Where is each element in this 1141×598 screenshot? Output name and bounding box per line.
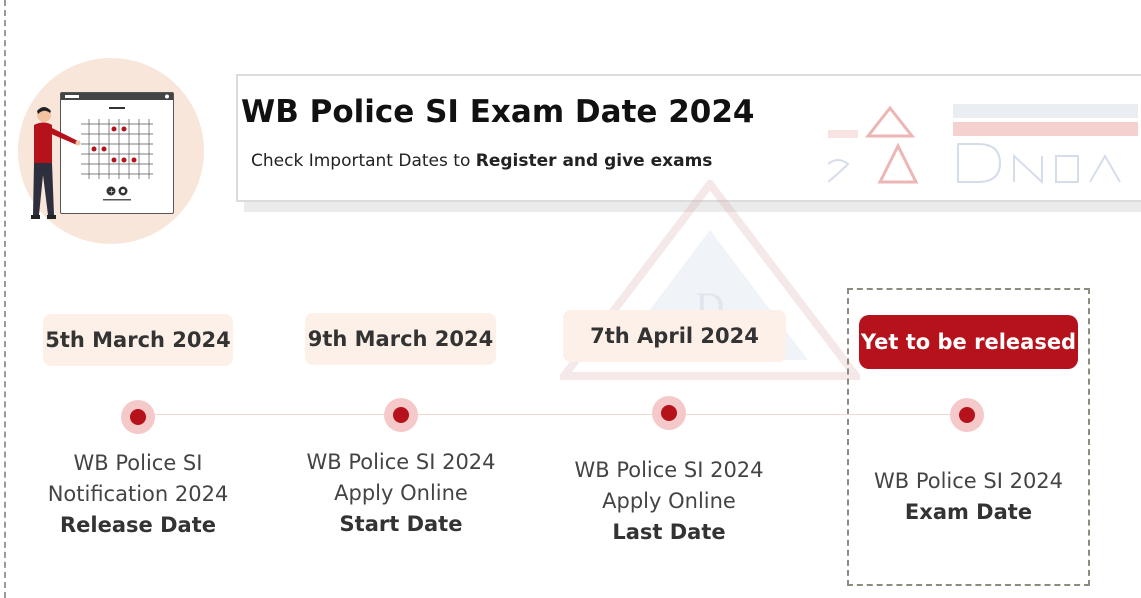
left-dashed-border [4,0,6,598]
step-1-line-1: WB Police SI [73,451,203,475]
step-2-date: 9th March 2024 [305,313,496,365]
step-1-label: WB Police SI Notification 2024 Release D… [28,448,248,541]
step-4-strong: Exam Date [904,500,1033,524]
step-4-date-badge: Yet to be released [859,315,1078,369]
step-4-label: WB Police SI 2024 Exam Date [847,466,1090,528]
page-title: WB Police SI Exam Date 2024 [241,94,755,130]
step-4-marker [950,398,984,432]
svg-text:+: + [109,188,115,196]
step-3-marker-dot [661,405,677,421]
step-3-label: WB Police SI 2024 Apply Online Last Date [549,455,789,548]
step-1-strong: Release Date [60,513,216,537]
step-2-marker [384,398,418,432]
brand-watermark [827,104,1141,186]
step-1-line-2: Notification 2024 [47,482,229,506]
step-2-strong: Start Date [339,512,463,536]
step-2-line-2: Apply Online [334,481,468,505]
step-2-line-1: WB Police SI 2024 [306,450,496,474]
step-3-strong: Last Date [612,520,726,544]
step-1-date: 5th March 2024 [43,314,233,366]
step-3-date: 7th April 2024 [563,310,786,362]
step-1-marker-dot [130,409,146,425]
timeline-line [138,414,968,415]
step-4-marker-dot [959,407,975,423]
step-3-line-2: Apply Online [602,489,736,513]
subtitle-plain: Check Important Dates to [251,151,476,171]
step-2-marker-dot [393,407,409,423]
step-3-marker [652,396,686,430]
presenter-illustration [22,105,82,230]
step-2-label: WB Police SI 2024 Apply Online Start Dat… [281,447,521,540]
page-subtitle: Check Important Dates to Register and gi… [251,151,712,171]
step-3-line-1: WB Police SI 2024 [574,458,764,482]
step-4-line-1: WB Police SI 2024 [873,469,1064,493]
subtitle-bold: Register and give exams [475,151,713,171]
step-1-marker [121,400,155,434]
